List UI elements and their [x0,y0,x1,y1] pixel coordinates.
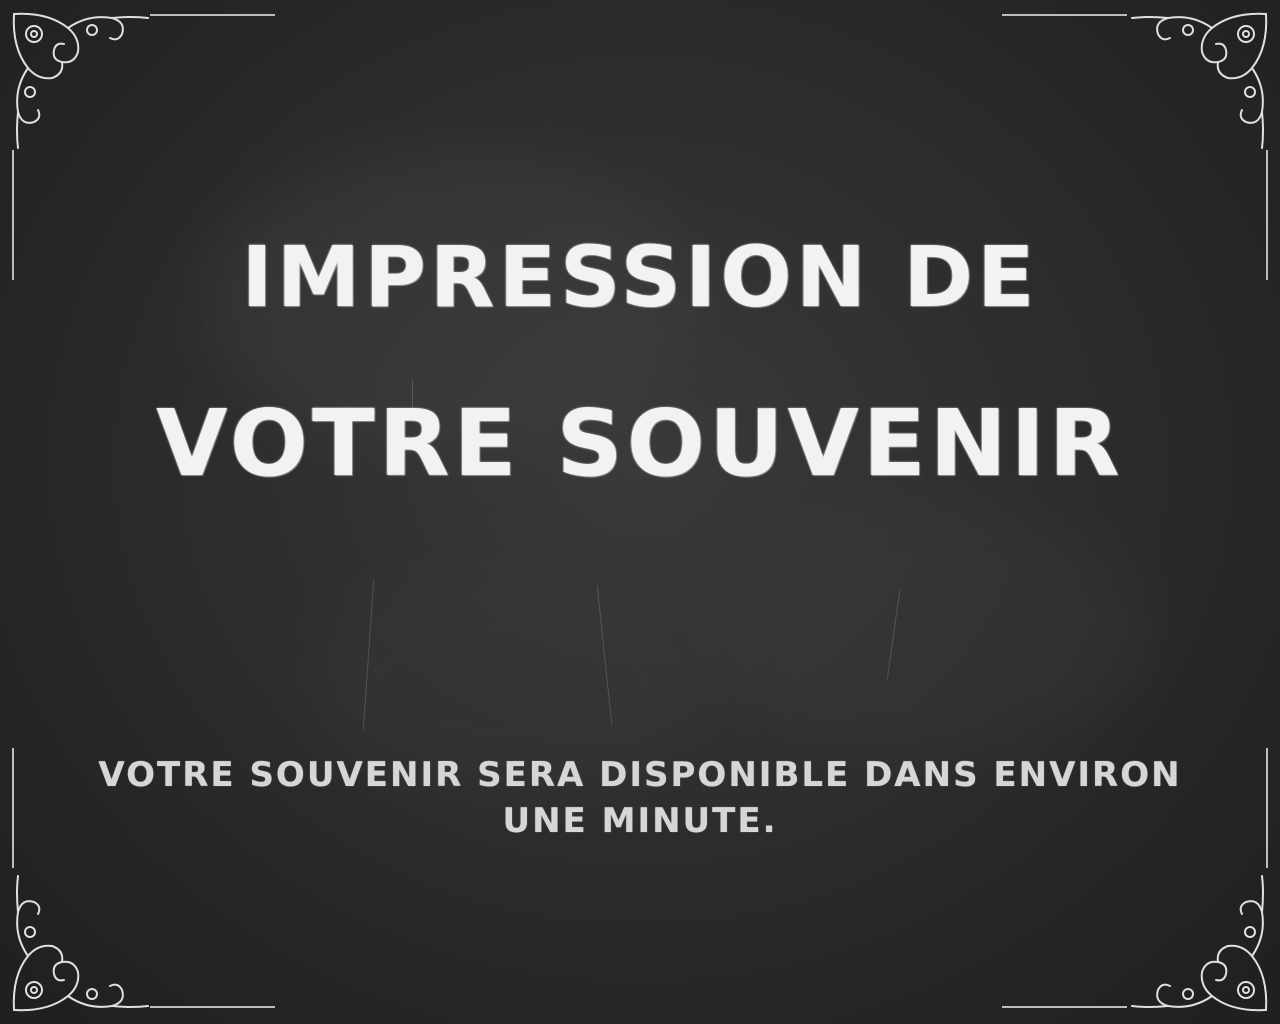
page-title-line2: votre souvenir [156,390,1124,497]
chalk-smudge [700,500,1150,760]
page-title-line1: impression de [241,228,1039,326]
chalk-scratch [596,585,613,725]
status-message-line2: une minute. [502,801,778,841]
frame-top-right-line [1002,14,1127,16]
status-message-line1: votre souvenir sera disponible dans envi… [98,755,1182,795]
chalk-scratch [886,590,901,680]
frame-bottom-left-line [150,1006,275,1008]
ornament-corner-icon [1131,12,1268,149]
ornament-corner-icon [12,12,149,149]
chalk-scratch [362,580,375,730]
chalkboard-screen: impression de votre souvenir votre souve… [0,0,1280,1024]
frame-bottom-right-line [1002,1006,1127,1008]
frame-top-left-line [150,14,275,16]
ornament-corner-icon [1131,875,1268,1012]
ornament-corner-icon [12,875,149,1012]
